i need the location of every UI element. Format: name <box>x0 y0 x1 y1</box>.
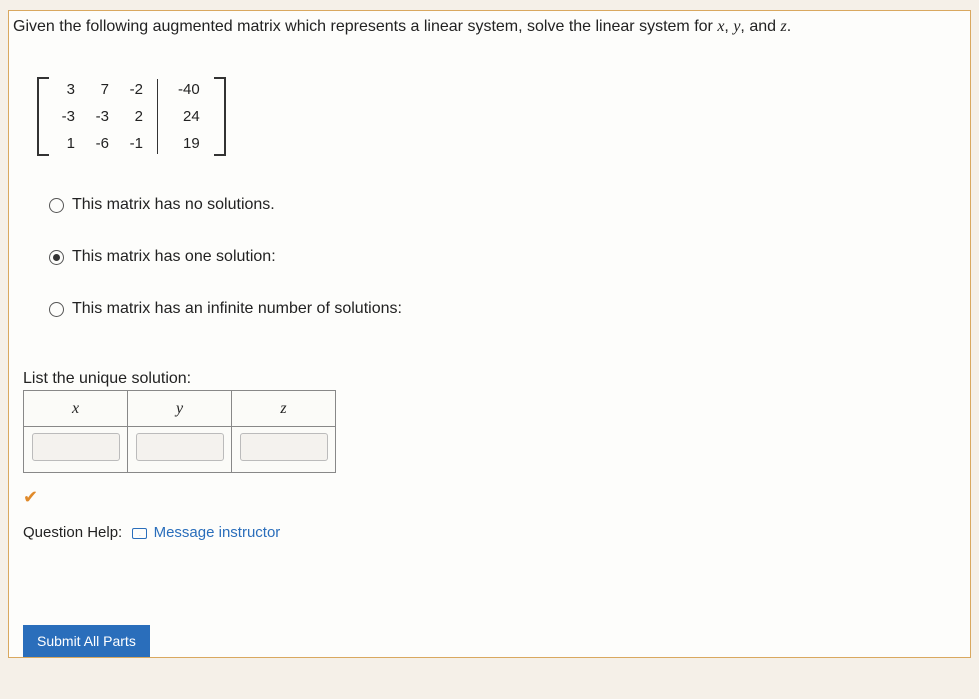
message-instructor-link[interactable]: Message instructor <box>132 524 280 541</box>
prompt-text-post: . <box>787 18 791 35</box>
option-no-solutions[interactable]: This matrix has no solutions. <box>49 196 970 214</box>
x-input[interactable] <box>32 433 120 461</box>
question-prompt: Given the following augmented matrix whi… <box>9 11 970 51</box>
radio-icon[interactable] <box>49 250 64 265</box>
y-input[interactable] <box>136 433 224 461</box>
option-label: This matrix has one solution: <box>72 248 276 266</box>
table-input-row <box>24 427 336 473</box>
matrix-cell: 7 <box>89 81 109 98</box>
matrix-cell: -3 <box>55 108 75 125</box>
solution-list-label: List the unique solution: <box>9 352 970 390</box>
matrix-augment-block: -40 24 19 <box>158 81 208 152</box>
question-help-row: Question Help: Message instructor <box>9 508 970 541</box>
matrix-cell: -6 <box>89 135 109 152</box>
matrix-cell: 1 <box>55 135 75 152</box>
table-header-row: x y z <box>24 391 336 427</box>
matrix-cell: -2 <box>123 81 143 98</box>
option-infinite-solutions[interactable]: This matrix has an infinite number of so… <box>49 300 970 318</box>
matrix-cell: -3 <box>89 108 109 125</box>
option-label: This matrix has no solutions. <box>72 196 275 214</box>
augmented-matrix: 3 7 -2 -3 -3 2 1 -6 -1 -40 24 19 <box>9 51 970 182</box>
column-header-z: z <box>232 391 336 427</box>
answer-options: This matrix has no solutions. This matri… <box>9 182 970 318</box>
column-header-x: x <box>24 391 128 427</box>
help-label: Question Help: <box>23 524 122 541</box>
matrix-cell: 19 <box>178 135 200 152</box>
message-instructor-label: Message instructor <box>154 524 281 541</box>
prompt-text-mid1: , <box>724 18 733 35</box>
question-container: Given the following augmented matrix whi… <box>8 10 971 658</box>
prompt-text-mid2: , and <box>740 18 780 35</box>
matrix-cell: 24 <box>178 108 200 125</box>
prompt-text-pre: Given the following augmented matrix whi… <box>13 18 717 35</box>
radio-icon[interactable] <box>49 198 64 213</box>
matrix-right-bracket-icon <box>214 77 226 156</box>
mail-icon <box>132 528 147 539</box>
column-header-y: y <box>128 391 232 427</box>
matrix-cell: -1 <box>123 135 143 152</box>
option-one-solution[interactable]: This matrix has one solution: <box>49 248 970 266</box>
option-label: This matrix has an infinite number of so… <box>72 300 402 318</box>
matrix-coefficient-block: 3 7 -2 -3 -3 2 1 -6 -1 <box>55 81 157 152</box>
radio-icon[interactable] <box>49 302 64 317</box>
check-icon: ✔ <box>23 487 970 508</box>
matrix-cell: 3 <box>55 81 75 98</box>
submit-all-parts-button[interactable]: Submit All Parts <box>23 625 150 658</box>
z-input[interactable] <box>240 433 328 461</box>
matrix-cell: 2 <box>123 108 143 125</box>
matrix-cell: -40 <box>178 81 200 98</box>
solution-table: x y z <box>23 390 336 473</box>
matrix-left-bracket-icon <box>37 77 49 156</box>
